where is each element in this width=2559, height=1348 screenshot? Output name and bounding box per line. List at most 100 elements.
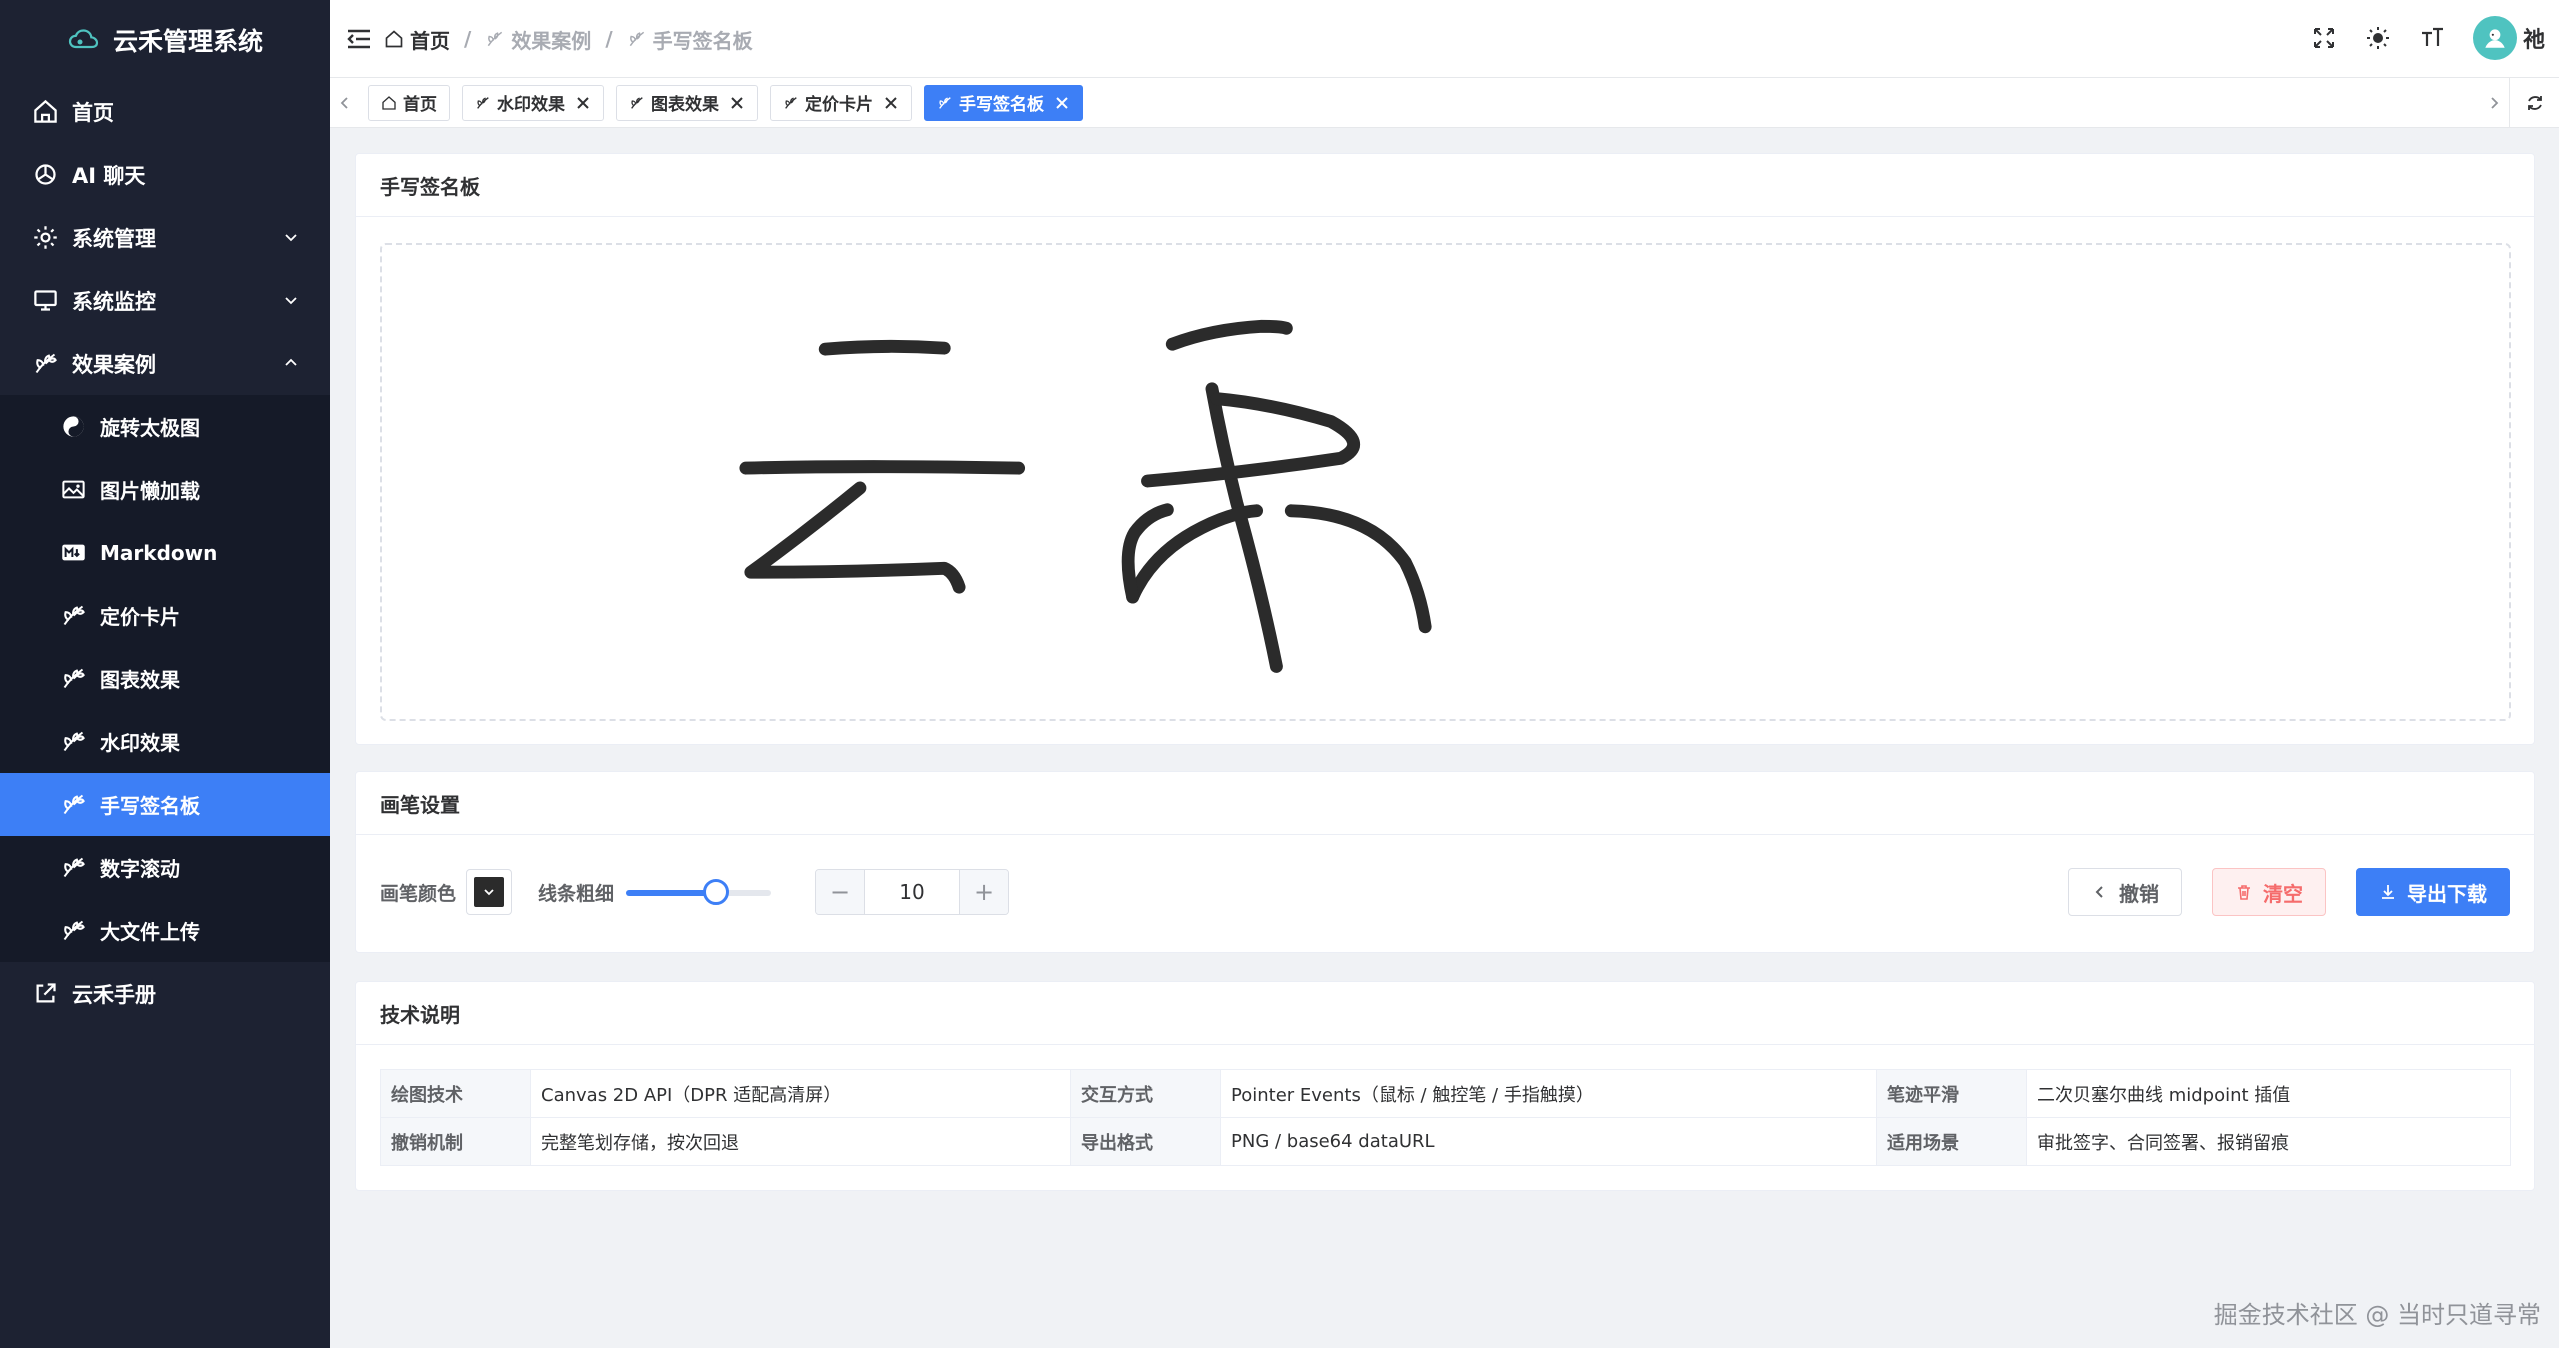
sidebar-item-label: AI 聊天 — [72, 163, 146, 188]
tab-home[interactable]: 首页 — [368, 84, 450, 121]
sidebar-subitem-label: 旋转太极图 — [100, 416, 200, 440]
header-actions: 祂 — [2311, 16, 2545, 60]
tab-charts[interactable]: 图表效果 — [616, 84, 758, 121]
chevron-left-icon — [340, 96, 348, 109]
leaf-icon — [629, 31, 644, 47]
chevron-right-icon — [2491, 96, 2499, 109]
desc-key: 撤销机制 — [380, 1117, 531, 1166]
leaf-icon — [631, 96, 643, 109]
leaf-icon — [939, 96, 951, 109]
fullscreen-icon[interactable] — [2311, 25, 2337, 51]
sidebar-subitem-charts[interactable]: 图表效果 — [0, 647, 330, 710]
sidebar-item-label: 系统监控 — [72, 289, 156, 314]
sidebar-subitem-label: 图片懒加载 — [100, 479, 200, 503]
clear-button[interactable]: 清空 — [2212, 868, 2326, 916]
card-title: 画笔设置 — [356, 772, 2534, 835]
card-title: 技术说明 — [356, 982, 2534, 1045]
sidebar-subitem-watermark[interactable]: 水印效果 — [0, 710, 330, 773]
sidebar-item-demos[interactable]: 效果案例 — [0, 332, 330, 395]
close-icon[interactable] — [1054, 95, 1070, 111]
close-icon[interactable] — [729, 95, 745, 111]
breadcrumb-separator: / — [464, 27, 472, 51]
tab-watermark[interactable]: 水印效果 — [462, 84, 604, 121]
leaf-icon — [785, 96, 797, 109]
sidebar-item-system-management[interactable]: 系统管理 — [0, 206, 330, 269]
breadcrumb-home[interactable]: 首页 — [384, 25, 450, 54]
chevron-down-icon — [285, 297, 297, 305]
user-menu[interactable]: 祂 — [2472, 16, 2545, 60]
export-button[interactable]: 导出下载 — [2356, 868, 2510, 916]
increment-button[interactable]: + — [960, 870, 1009, 914]
pen-width-input[interactable]: 10 — [864, 870, 961, 914]
sidebar-subitem-label: 图表效果 — [100, 668, 180, 692]
sidebar-subitem-markdown[interactable]: Markdown — [0, 521, 330, 584]
tabs-bar: 首页 水印效果 图表效果 定价卡片 手写签名板 — [330, 77, 2559, 128]
signature-card: 手写签名板 — [355, 153, 2535, 745]
close-icon[interactable] — [883, 95, 899, 111]
sidebar-item-system-monitor[interactable]: 系统监控 — [0, 269, 330, 332]
refresh-button[interactable] — [2509, 77, 2559, 128]
font-size-icon[interactable] — [2419, 25, 2445, 51]
slider-thumb[interactable] — [702, 879, 729, 905]
pen-width-label: 线条粗细 — [538, 882, 615, 905]
decrement-button[interactable]: − — [816, 870, 865, 914]
chevron-up-icon — [285, 358, 297, 366]
desc-key: 交互方式 — [1070, 1069, 1221, 1118]
signature-canvas[interactable] — [380, 243, 2511, 721]
card-title: 手写签名板 — [356, 154, 2534, 217]
undo-button[interactable]: 撤销 — [2068, 868, 2182, 916]
user-name: 祂 — [2522, 28, 2545, 53]
pen-color-picker[interactable] — [466, 869, 513, 915]
tabs-scroll-right[interactable] — [2479, 78, 2509, 128]
sidebar-subitem-label: 水印效果 — [100, 731, 180, 755]
trash-icon — [2238, 885, 2250, 900]
breadcrumb-current: 手写签名板 — [627, 25, 753, 54]
leaf-icon — [58, 916, 88, 946]
sidebar-item-label: 系统管理 — [72, 226, 156, 251]
home-icon — [30, 97, 60, 127]
desc-key: 导出格式 — [1070, 1117, 1221, 1166]
main-content: 手写签名板 画笔设置 画笔颜色 线条粗细 − 10 + 撤销 清空 导出下载 技… — [330, 128, 2559, 1348]
chevron-down-icon — [484, 889, 494, 896]
sidebar: 云禾管理系统 首页 AI 聊天 系统管理 系统监控 效果案例 旋转太极图 图片懒… — [0, 0, 330, 1348]
desc-key: 笔迹平滑 — [1876, 1069, 2027, 1118]
tab-pricing[interactable]: 定价卡片 — [770, 84, 912, 121]
openai-icon — [30, 160, 60, 190]
table-row: 绘图技术 Canvas 2D API（DPR 适配高清屏） 交互方式 Point… — [380, 1069, 2511, 1118]
gear-icon — [30, 223, 60, 253]
table-row: 撤销机制 完整笔划存储，按次回退 导出格式 PNG / base64 dataU… — [380, 1117, 2511, 1166]
desc-key: 绘图技术 — [380, 1069, 531, 1118]
sidebar-subitem-label: Markdown — [100, 540, 218, 565]
sidebar-subitem-label: 手写签名板 — [100, 794, 200, 818]
app-logo[interactable]: 云禾管理系统 — [0, 0, 330, 80]
leaf-icon — [58, 727, 88, 757]
pen-width-slider[interactable] — [626, 877, 772, 907]
sidebar-subitem-count-up[interactable]: 数字滚动 — [0, 836, 330, 899]
tech-notes-card: 技术说明 绘图技术 Canvas 2D API（DPR 适配高清屏） 交互方式 … — [355, 981, 2535, 1191]
sidebar-item-manual[interactable]: 云禾手册 — [0, 962, 330, 1025]
breadcrumb-demos[interactable]: 效果案例 — [485, 25, 591, 54]
tab-signature[interactable]: 手写签名板 — [924, 84, 1083, 121]
app-title: 云禾管理系统 — [112, 27, 263, 56]
menu-fold-icon[interactable] — [344, 24, 374, 54]
home-icon — [382, 95, 396, 110]
sun-icon[interactable] — [2365, 25, 2391, 51]
breadcrumb: 首页 / 效果案例 / 手写签名板 — [384, 25, 753, 54]
color-swatch — [474, 877, 505, 907]
sidebar-item-home[interactable]: 首页 — [0, 80, 330, 143]
image-icon — [58, 475, 88, 505]
leaf-icon — [58, 853, 88, 883]
external-link-icon — [30, 979, 60, 1009]
desc-value: 审批签字、合同签署、报销留痕 — [2026, 1117, 2511, 1166]
leaf-icon — [58, 601, 88, 631]
sidebar-subitem-upload[interactable]: 大文件上传 — [0, 899, 330, 962]
sidebar-item-label: 首页 — [72, 100, 114, 125]
tabs-scroll-left[interactable] — [330, 78, 360, 128]
sidebar-subitem-signature[interactable]: 手写签名板 — [0, 773, 330, 836]
sidebar-subitem-lazy-image[interactable]: 图片懒加载 — [0, 458, 330, 521]
sidebar-subitem-pricing[interactable]: 定价卡片 — [0, 584, 330, 647]
leaf-icon — [58, 664, 88, 694]
close-icon[interactable] — [575, 95, 591, 111]
sidebar-subitem-taichi[interactable]: 旋转太极图 — [0, 395, 330, 458]
sidebar-item-ai-chat[interactable]: AI 聊天 — [0, 143, 330, 206]
